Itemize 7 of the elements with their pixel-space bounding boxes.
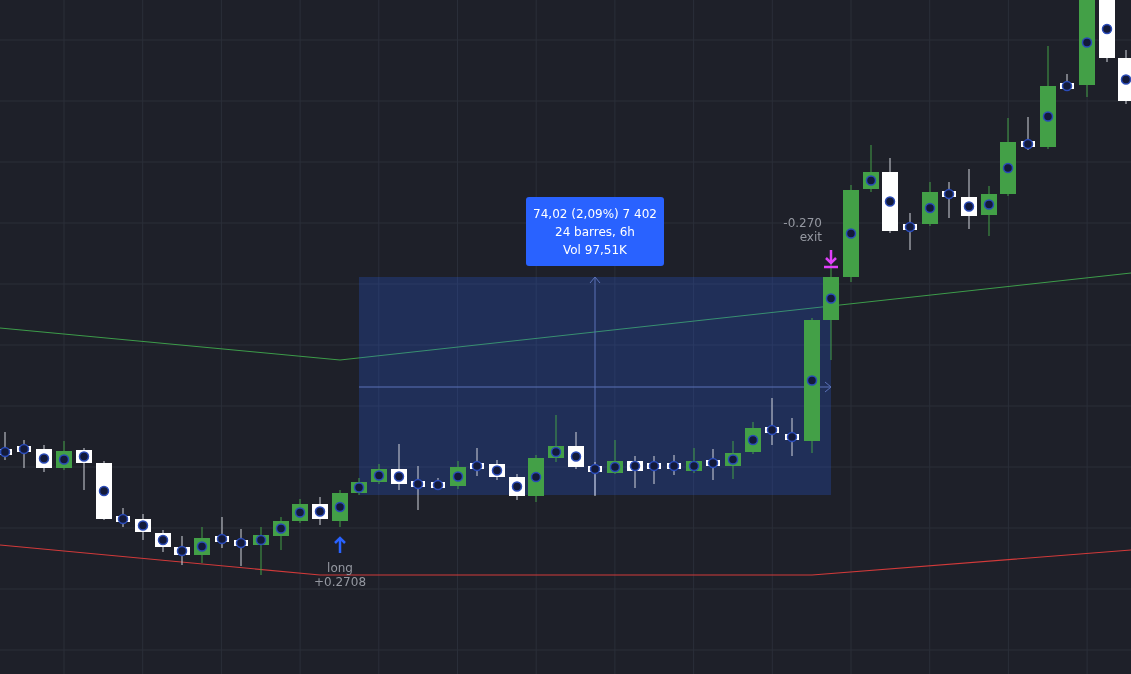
tooltip-text: 24 barres, 6h [555,224,635,239]
tooltip-text: 74,02 (2,09%) 7 402 [533,206,657,221]
trade-value: -0.270 [783,216,822,230]
trade-label: exit [799,230,822,244]
trade-value: +0.2708 [313,575,366,589]
trade-label: long [327,561,353,575]
tooltip-text: Vol 97,51K [563,242,627,257]
